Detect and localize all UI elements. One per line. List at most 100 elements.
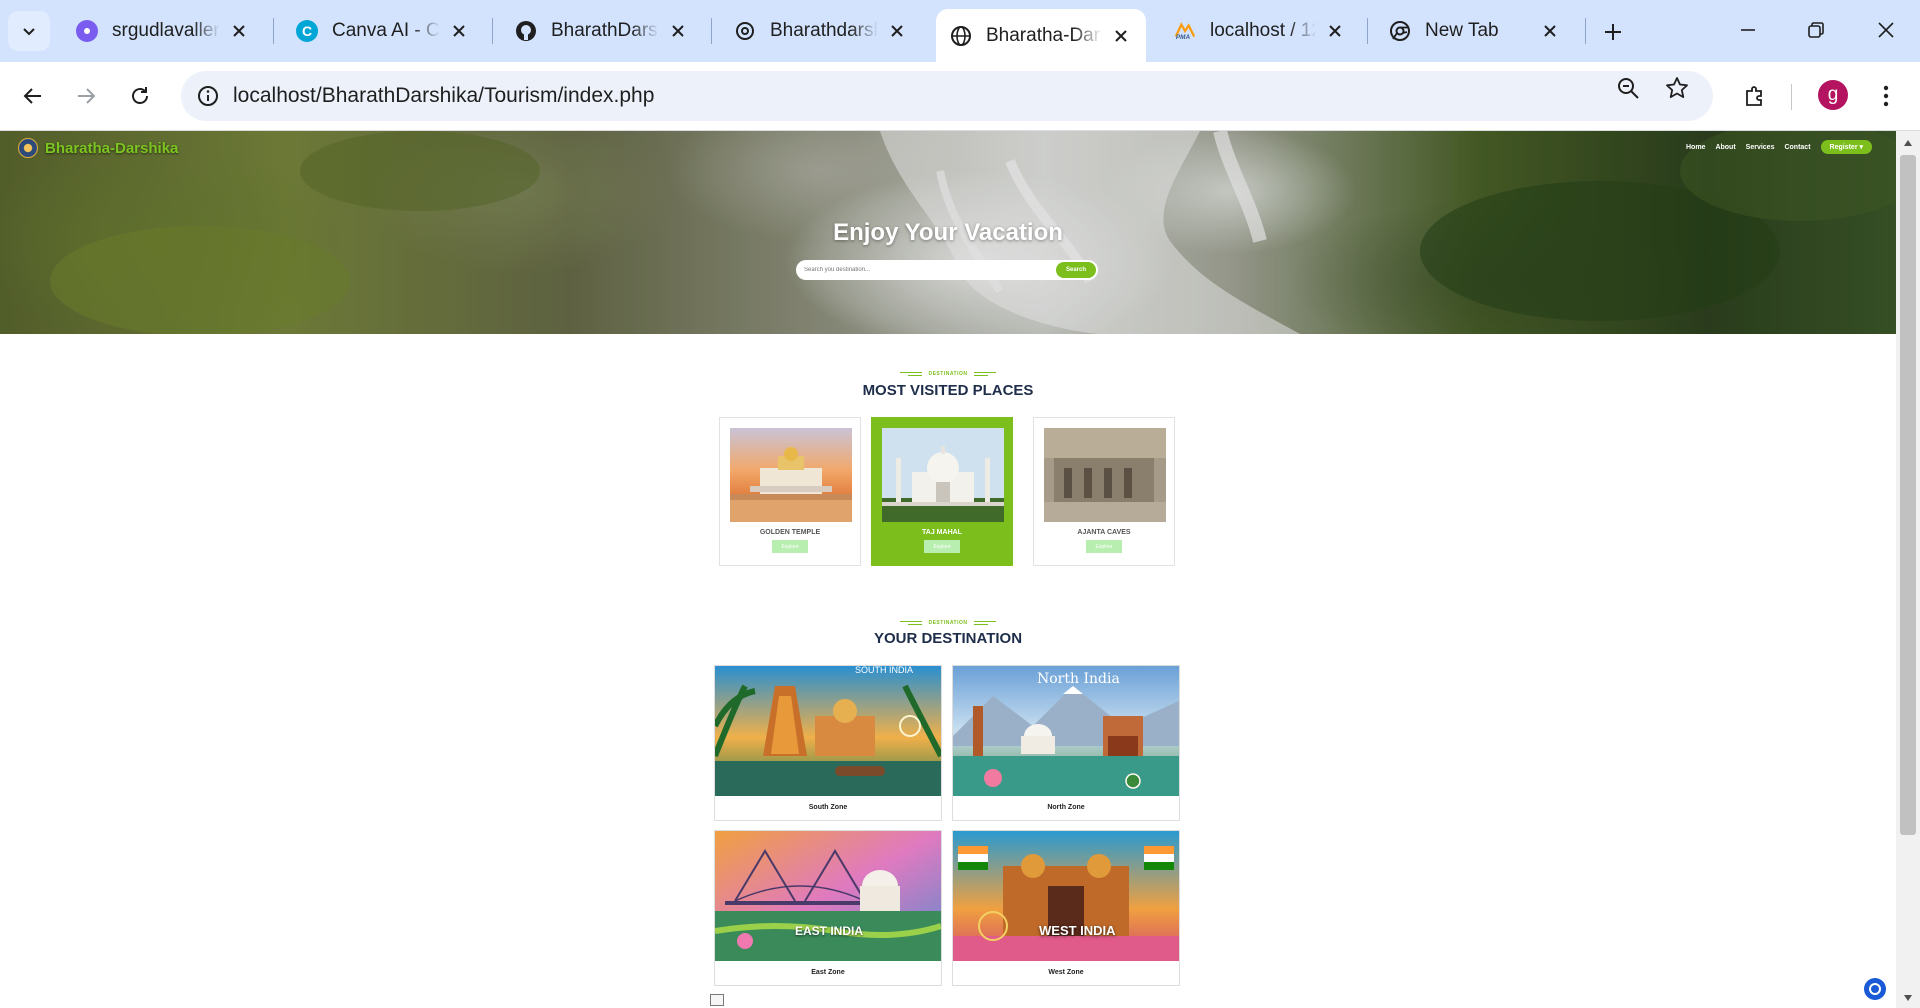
zone-name: East Zone — [811, 969, 845, 976]
checkbox-placeholder[interactable] — [710, 994, 724, 1006]
extensions-button[interactable] — [1735, 76, 1775, 116]
zone-card-north[interactable]: North India North Zone — [952, 665, 1180, 821]
chrome-icon — [1389, 20, 1411, 42]
tab-chatgpt[interactable]: Bharathdarshika — [720, 9, 922, 53]
nav-contact-link[interactable]: Contact — [1784, 144, 1810, 151]
restore-button[interactable] — [1792, 10, 1840, 50]
bookmark-star-icon[interactable] — [1664, 75, 1690, 101]
tab-srgudlavalleru[interactable]: srgudlavalleru — [62, 9, 264, 53]
svg-text:PMA: PMA — [1176, 34, 1191, 41]
east-india-caption: EAST INDIA — [795, 924, 864, 938]
north-india-caption: North India — [1037, 671, 1120, 687]
place-card-taj-mahal[interactable]: TAJ MAHAL Explore — [871, 417, 1013, 566]
menu-button[interactable] — [1866, 76, 1906, 116]
chat-icon — [1869, 983, 1881, 995]
divider-icon — [973, 621, 996, 625]
your-destination-title: YOUR DESTINATION — [873, 630, 1023, 647]
forward-button[interactable] — [66, 76, 106, 116]
tab-title: localhost / 127.0.0.1 — [1210, 20, 1316, 41]
close-icon[interactable] — [1110, 25, 1132, 47]
address-bar[interactable]: localhost/BharathDarshika/Tourism/index.… — [181, 71, 1713, 121]
scroll-up-arrow-icon[interactable] — [1902, 137, 1914, 149]
profile-avatar[interactable]: g — [1818, 80, 1848, 110]
plus-icon — [1605, 24, 1621, 40]
hero-banner: Bharatha-Darshika Home About Services Co… — [0, 131, 1896, 334]
divider-icon — [900, 372, 923, 376]
back-button[interactable] — [13, 76, 53, 116]
destination-search-input[interactable] — [804, 267, 1098, 273]
south-india-caption: SOUTH INDIA — [855, 666, 914, 675]
place-name: AJANTA CAVES — [1077, 529, 1131, 536]
minimize-icon — [1741, 29, 1755, 31]
tab-search-button[interactable] — [8, 11, 50, 51]
tab-github[interactable]: BharathDarshika — [501, 9, 703, 53]
minimize-button[interactable] — [1724, 10, 1772, 50]
place-card-ajanta-caves[interactable]: AJANTA CAVES Explore — [1033, 417, 1175, 566]
golden-temple-photo — [730, 428, 852, 522]
destination-search-bar: Search — [796, 260, 1098, 280]
north-india-image: North India — [953, 666, 1179, 796]
tab-title: srgudlavalleru — [112, 20, 220, 41]
nav-about-link[interactable]: About — [1715, 144, 1735, 151]
close-icon[interactable] — [1324, 20, 1346, 42]
explore-button[interactable]: Explore — [772, 540, 808, 553]
zone-name: South Zone — [808, 804, 848, 811]
close-window-button[interactable] — [1862, 10, 1910, 50]
close-icon — [1878, 22, 1894, 38]
most-visited-title: MOST VISITED PLACES — [862, 382, 1034, 399]
zone-card-west[interactable]: WEST INDIA West Zone — [952, 830, 1180, 986]
zone-card-east[interactable]: EAST INDIA East Zone — [714, 830, 942, 986]
west-india-image: WEST INDIA — [953, 831, 1179, 961]
west-india-caption: WEST INDIA — [1039, 923, 1116, 938]
reload-icon — [132, 87, 148, 104]
kebab-menu-icon — [1883, 85, 1889, 107]
most-visited-tag: DESTINATION — [0, 371, 1896, 377]
reload-button[interactable] — [120, 76, 160, 116]
close-icon[interactable] — [667, 20, 689, 42]
register-dropdown-button[interactable]: Register ▾ — [1820, 140, 1872, 154]
globe-icon — [950, 25, 972, 47]
zone-name: West Zone — [1048, 969, 1084, 976]
zone-card-south[interactable]: SOUTH INDIA South Zone — [714, 665, 942, 821]
ajanta-caves-photo — [1044, 428, 1166, 522]
taj-mahal-photo — [882, 428, 1004, 522]
explore-button[interactable]: Explore — [924, 540, 960, 553]
close-icon[interactable] — [886, 20, 908, 42]
browser-toolbar: localhost/BharathDarshika/Tourism/index.… — [0, 62, 1920, 131]
new-tab-button[interactable] — [1597, 16, 1629, 48]
puzzle-icon — [1746, 86, 1762, 106]
close-icon[interactable] — [1539, 20, 1561, 42]
tab-title: Canva AI - Canva — [332, 20, 440, 41]
phpmyadmin-icon: PMA — [1174, 20, 1196, 42]
page-scrollbar[interactable] — [1896, 131, 1920, 1008]
place-card-golden-temple[interactable]: GOLDEN TEMPLE Explore — [719, 417, 861, 566]
logo-text: Bharatha-Darshika — [45, 139, 179, 157]
your-destination-tag: DESTINATION — [0, 620, 1896, 626]
chat-widget-button[interactable] — [1864, 978, 1886, 1000]
search-button[interactable]: Search — [1056, 262, 1096, 278]
canva-icon: C — [296, 20, 318, 42]
zone-name: North Zone — [1047, 804, 1085, 811]
place-name: TAJ MAHAL — [922, 529, 962, 536]
south-india-image: SOUTH INDIA — [715, 666, 941, 796]
chevron-down-icon — [23, 28, 35, 36]
tab-phpmyadmin[interactable]: PMA localhost / 127.0.0.1 — [1160, 9, 1360, 53]
site-info-icon[interactable] — [195, 83, 221, 109]
divider-icon — [973, 372, 996, 376]
nav-services-link[interactable]: Services — [1746, 144, 1775, 151]
zoom-icon[interactable] — [1615, 75, 1641, 101]
arrow-left-icon — [23, 88, 41, 104]
divider-icon — [900, 621, 923, 625]
tab-new-tab[interactable]: New Tab — [1375, 9, 1575, 53]
nav-home-link[interactable]: Home — [1686, 144, 1705, 151]
close-icon[interactable] — [228, 20, 250, 42]
scroll-down-arrow-icon[interactable] — [1902, 992, 1914, 1004]
tab-bharatha-darshika[interactable]: Bharatha-Darshika — [936, 9, 1146, 62]
browser-tabstrip: srgudlavalleru C Canva AI - Canva Bharat… — [0, 0, 1920, 62]
site-navigation: Home About Services Contact Register ▾ — [1686, 140, 1872, 154]
explore-button[interactable]: Explore — [1086, 540, 1122, 553]
scrollbar-thumb[interactable] — [1900, 155, 1916, 835]
site-logo[interactable]: Bharatha-Darshika — [18, 138, 178, 158]
tab-canva[interactable]: C Canva AI - Canva — [282, 9, 484, 53]
close-icon[interactable] — [448, 20, 470, 42]
